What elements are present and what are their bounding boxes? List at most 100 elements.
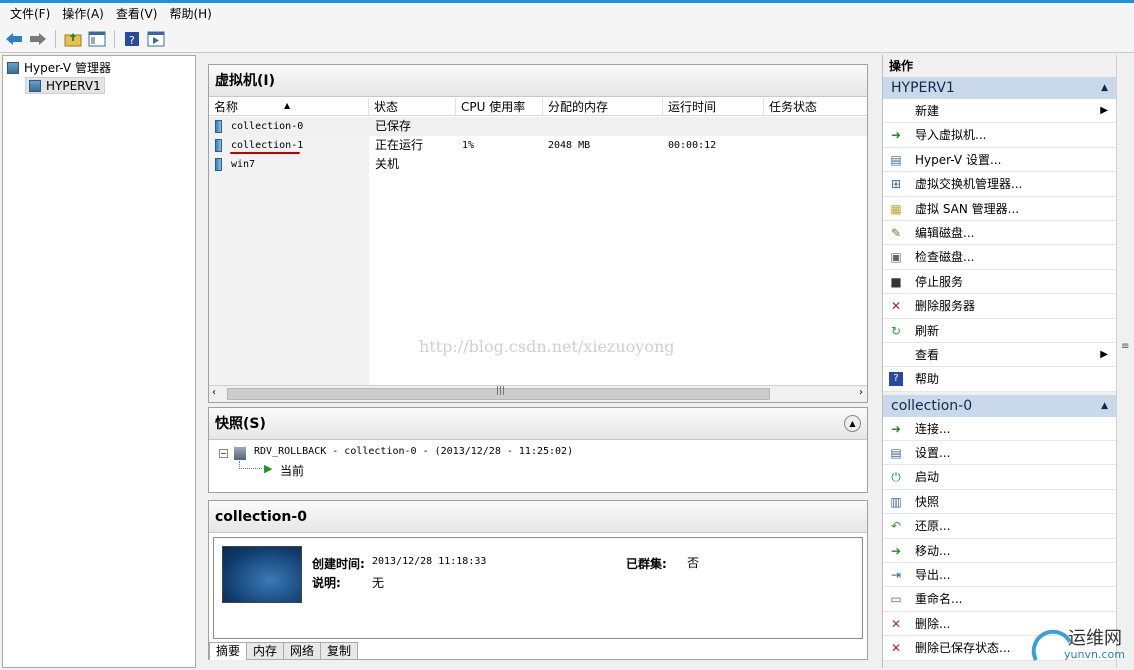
action-refresh[interactable]: ↻ 刷新 [883, 318, 1116, 343]
show-hide-tree-button[interactable] [87, 29, 107, 49]
back-button[interactable] [4, 29, 24, 49]
tab-replication[interactable]: 复制 [320, 642, 359, 660]
vm-thumbnail[interactable] [222, 546, 302, 603]
action-submenu[interactable]: 新建 ▶ [883, 99, 1116, 124]
vm-state: 关机 [375, 157, 400, 171]
action-section-vm[interactable]: collection-0 ▲ [883, 394, 1116, 417]
forward-button[interactable] [28, 29, 48, 49]
vm-row[interactable]: collection-1 正在运行 1% 2048 MB 00:00:12 [209, 136, 867, 155]
action-snapshot[interactable]: ▥ 快照 [883, 489, 1116, 515]
show-hide-action-pane-button[interactable] [146, 29, 166, 49]
action-edit-disk[interactable]: ✎ 编辑磁盘... [883, 220, 1116, 246]
cluster-value: 否 [687, 556, 700, 570]
blank-icon [889, 348, 903, 362]
tab-network[interactable]: 网络 [283, 642, 322, 660]
logo-url: yunvn.com [1064, 648, 1125, 661]
action-san[interactable]: ▦ 虚拟 SAN 管理器... [883, 196, 1116, 221]
action-export[interactable]: ⇥ 导出... [883, 563, 1116, 588]
snapshot-item[interactable]: RDV_ROLLBACK - collection-0 - (2013/12/2… [254, 446, 573, 457]
vm-row[interactable]: win7 关机 [209, 155, 867, 174]
scroll-left-arrow-icon[interactable]: ‹ [212, 387, 216, 398]
sort-ascending-icon: ▲ [284, 101, 291, 110]
action-label: 移动... [915, 543, 951, 558]
collapse-section-icon[interactable]: ▲ [1101, 77, 1108, 99]
stop-icon: ■ [890, 274, 902, 289]
action-label: 还原... [915, 519, 951, 534]
up-folder-button[interactable] [63, 29, 83, 49]
action-connect[interactable]: ➜ 连接... [883, 416, 1116, 442]
submenu-arrow-icon: ▶ [1100, 105, 1108, 116]
action-help[interactable]: ? 帮助 [883, 367, 1116, 392]
action-import[interactable]: ➜ 导入虚拟机... [883, 123, 1116, 148]
snapshot-panel-title: 快照(S) ▲ [209, 408, 867, 440]
created-label: 创建时间: [312, 557, 365, 571]
column-memory[interactable]: 分配的内存 [543, 98, 663, 116]
collapse-icon[interactable]: ▲ [844, 415, 861, 432]
menu-action[interactable]: 操作(A) [56, 4, 110, 24]
action-label: 启动 [915, 470, 940, 485]
svg-text:?: ? [129, 34, 135, 47]
action-label: 检查磁盘... [915, 250, 975, 265]
column-uptime[interactable]: 运行时间 [663, 98, 764, 116]
tree-root-hyperv-manager[interactable]: Hyper-V 管理器 [7, 59, 111, 76]
switch-icon: ⊞ [890, 177, 902, 192]
vm-name: collection-0 [231, 121, 304, 132]
action-switch[interactable]: ⊞ 虚拟交换机管理器... [883, 172, 1116, 197]
column-state[interactable]: 状态 [369, 98, 456, 116]
action-settings[interactable]: ▤ Hyper-V 设置... [883, 147, 1116, 173]
column-task-status[interactable]: 任务状态 [764, 98, 867, 116]
revert-icon: ↶ [890, 519, 902, 534]
vm-state: 已保存 [375, 119, 412, 133]
action-pane-scrollbar[interactable]: ≡ [1116, 55, 1134, 668]
tree-item-hyperv1[interactable]: HYPERV1 [25, 77, 105, 94]
action-label: 连接... [915, 421, 951, 436]
vm-row[interactable]: collection-0 已保存 [209, 117, 867, 136]
action-move[interactable]: ➔ 移动... [883, 538, 1116, 564]
tree-item-label: HYPERV1 [46, 78, 101, 93]
menu-file[interactable]: 文件(F) [4, 4, 56, 24]
help-button[interactable]: ? [122, 29, 142, 49]
server-icon [29, 79, 41, 92]
edit-disk-icon: ✎ [890, 225, 902, 240]
column-cpu[interactable]: CPU 使用率 [456, 98, 543, 116]
action-stop[interactable]: ■ 停止服务 [883, 269, 1116, 295]
desc-value: 无 [372, 576, 385, 590]
action-label: 帮助 [915, 372, 940, 387]
refresh-icon: ↻ [890, 323, 902, 338]
tree-collapse-icon[interactable]: − [219, 449, 228, 458]
detail-panel: collection-0 创建时间: 2013/12/28 11:18:33 说… [208, 500, 868, 660]
delete-icon: ✕ [890, 299, 902, 314]
vm-cpu: 1% [462, 140, 475, 151]
menu-view[interactable]: 查看(V) [110, 4, 164, 24]
action-power[interactable]: ⏻ 启动 [883, 465, 1116, 490]
rename-icon: ▭ [890, 592, 902, 607]
cluster-label: 已群集: [626, 557, 667, 571]
column-name[interactable]: 名称 ▲ [209, 98, 369, 116]
action-submenu[interactable]: 查看 ▶ [883, 342, 1116, 368]
action-section-hyperv1[interactable]: HYPERV1 ▲ [883, 77, 1116, 99]
vm-grid-horizontal-scrollbar[interactable]: ‹ ||| › [209, 385, 867, 402]
detail-body: 创建时间: 2013/12/28 11:18:33 说明: 无 已群集: 否 [213, 537, 863, 639]
action-inspect-disk[interactable]: ▣ 检查磁盘... [883, 245, 1116, 270]
vm-panel-title: 虚拟机(I) [209, 65, 867, 97]
action-delete[interactable]: ✕ 删除服务器 [883, 294, 1116, 319]
import-icon: ➜ [890, 128, 902, 143]
detail-panel-title: collection-0 [209, 501, 867, 533]
action-settings[interactable]: ▤ 设置... [883, 441, 1116, 466]
action-rename[interactable]: ▭ 重命名... [883, 587, 1116, 612]
menu-help[interactable]: 帮助(H) [163, 4, 217, 24]
tab-summary[interactable]: 摘要 [209, 642, 248, 660]
site-logo: 运维网 yunvn.com [1030, 622, 1134, 668]
tab-memory[interactable]: 内存 [246, 642, 285, 660]
vm-memory: 2048 MB [548, 140, 591, 151]
collapse-section-icon[interactable]: ▲ [1101, 395, 1108, 417]
center-pane: 虚拟机(I) 名称 ▲ 状态 CPU 使用率 分配的内存 运行时间 任务状态 c… [200, 55, 878, 668]
detail-tabs: 摘要 内存 网络 复制 [209, 642, 359, 660]
scroll-right-arrow-icon[interactable]: › [859, 387, 863, 398]
blank-icon [889, 104, 903, 118]
vm-state: 正在运行 [375, 138, 424, 152]
scroll-thumb[interactable]: ||| [227, 386, 770, 400]
action-revert[interactable]: ↶ 还原... [883, 514, 1116, 539]
snapshot-current[interactable]: 当前 [280, 462, 304, 479]
delete-state-icon: ✕ [890, 641, 902, 656]
